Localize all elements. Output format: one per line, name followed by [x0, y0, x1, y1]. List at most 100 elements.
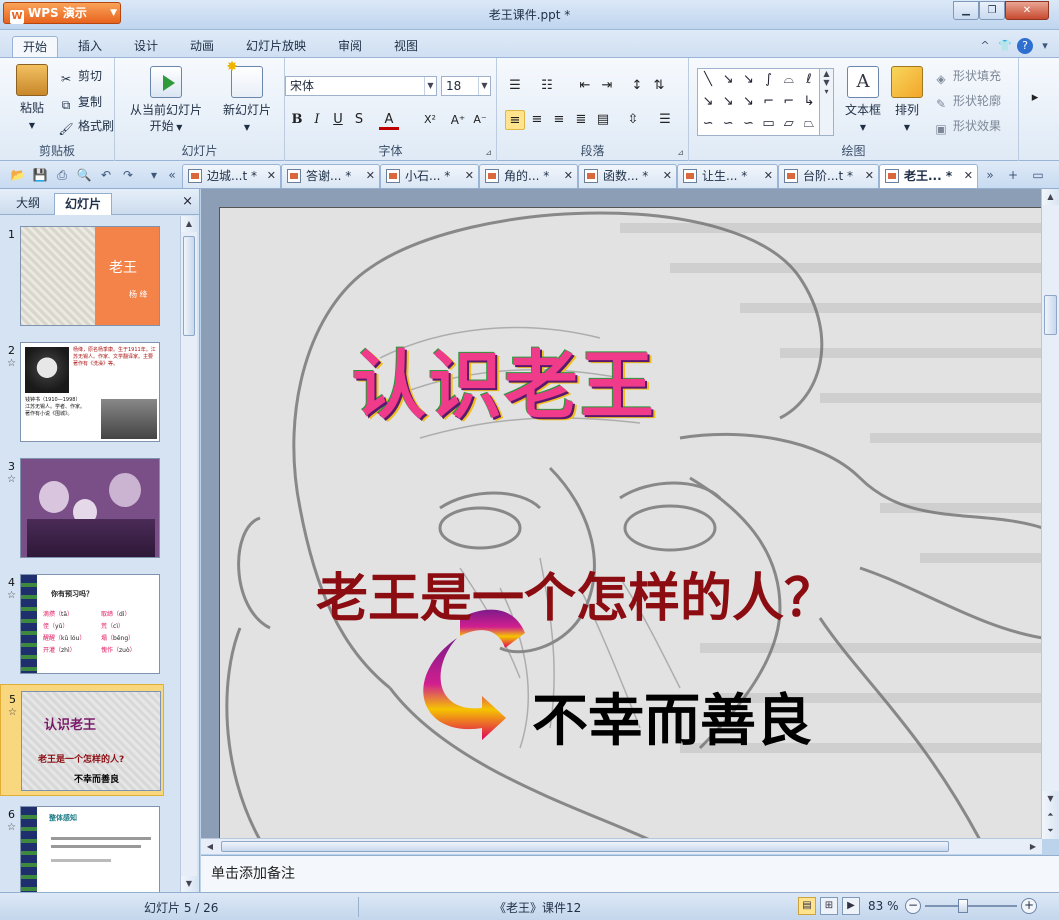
- shapes-gallery-scroll[interactable]: ▲ ▼ ▾: [820, 68, 834, 136]
- next-slide-icon[interactable]: ⏷: [1042, 823, 1059, 839]
- tab-slides[interactable]: 幻灯片: [54, 193, 113, 215]
- curved-connector-icon[interactable]: ∽: [698, 113, 718, 135]
- align-left-icon[interactable]: ≡: [505, 110, 525, 130]
- arrow-shape-icon[interactable]: ↘: [718, 91, 738, 113]
- superscript-button[interactable]: X²: [420, 110, 440, 130]
- maximize-button[interactable]: ❐: [979, 1, 1005, 20]
- distribute-icon[interactable]: ▤: [593, 110, 613, 130]
- tab-review[interactable]: 审阅: [328, 36, 372, 58]
- collapse-ribbon-icon[interactable]: ^: [977, 38, 993, 54]
- more-tools-icon[interactable]: ▸: [1025, 88, 1045, 108]
- zoom-out-icon[interactable]: −: [905, 898, 921, 914]
- align-center-icon[interactable]: ≡: [527, 110, 547, 130]
- underline-button[interactable]: U: [328, 110, 348, 130]
- new-tab-icon[interactable]: +: [1005, 167, 1021, 183]
- zoom-in-icon[interactable]: +: [1021, 898, 1037, 914]
- scroll-up-icon[interactable]: ▲: [1042, 189, 1059, 205]
- thumbnail-scrollbar[interactable]: ▲ ▼: [180, 216, 197, 892]
- open-folder-icon[interactable]: 📂: [10, 167, 26, 183]
- cut-button[interactable]: ✂ 剪切: [58, 66, 102, 86]
- shrink-font-button[interactable]: A⁻: [470, 110, 490, 130]
- doc-tab[interactable]: 让生... * ✕: [677, 164, 778, 188]
- connector-shape-icon[interactable]: ↳: [799, 91, 819, 113]
- scroll-down-icon[interactable]: ▼: [1042, 791, 1059, 807]
- paragraph-dialog-launcher-icon[interactable]: ⊿: [677, 148, 684, 157]
- tab-design[interactable]: 设计: [124, 36, 168, 58]
- editor-horizontal-scrollbar[interactable]: ◀ ▶: [201, 838, 1042, 854]
- new-slide-button[interactable]: ✸ 新幻灯片 ▼: [215, 60, 279, 136]
- shape-effect-button[interactable]: ▣ 形状效果: [933, 116, 1001, 136]
- doc-tab-active[interactable]: 老王... * ✕: [879, 164, 978, 188]
- tabs-scroll-right-icon[interactable]: »: [982, 167, 998, 183]
- copy-button[interactable]: ⧉ 复制: [58, 92, 102, 112]
- curved-connector-icon[interactable]: ∽: [738, 113, 758, 135]
- close-icon[interactable]: ✕: [964, 165, 973, 187]
- current-slide[interactable]: 认识老王 老王是一个怎样的人？ 不幸而善良: [219, 207, 1042, 839]
- shapes-gallery[interactable]: ╲ ↘ ↘ ∫ ⌓ ℓ ↘ ↘ ↘ ⌐ ⌐ ↳ ∽ ∽ ∽ ▭ ▱ ⏢: [697, 68, 820, 136]
- doc-tab[interactable]: 小石... * ✕: [380, 164, 479, 188]
- arrow-shape-icon[interactable]: ↘: [698, 91, 718, 113]
- slide-thumbnail-1[interactable]: 1 老王 杨 绛: [0, 220, 164, 332]
- undo-icon[interactable]: ↶: [98, 167, 114, 183]
- align-right-icon[interactable]: ≡: [549, 110, 569, 130]
- italic-button[interactable]: I: [307, 110, 327, 130]
- scroll-down-icon[interactable]: ▼: [181, 876, 197, 892]
- textbox-button[interactable]: A 文本框 ▼: [841, 66, 885, 136]
- tab-outline[interactable]: 大纲: [6, 193, 50, 215]
- save-icon[interactable]: 💾: [32, 167, 48, 183]
- curve-shape-icon[interactable]: ∫: [758, 69, 778, 91]
- doc-tab[interactable]: 台阶...t * ✕: [778, 164, 879, 188]
- shape-fill-button[interactable]: ◈ 形状填充: [933, 66, 1001, 86]
- rectangle-shape-icon[interactable]: ▭: [758, 113, 778, 135]
- slide-thumbnail-5[interactable]: 5 ☆ 认识老王 老王是一个怎样的人? 不幸而善良: [0, 684, 164, 796]
- close-icon[interactable]: ✕: [764, 165, 773, 187]
- close-icon[interactable]: ✕: [267, 165, 276, 187]
- format-painter-button[interactable]: 🖌 格式刷: [58, 116, 114, 136]
- slide-thumbnail-6[interactable]: 6 ☆ 整体感知: [0, 800, 164, 892]
- doc-tab[interactable]: 函数... * ✕: [578, 164, 677, 188]
- close-icon[interactable]: ✕: [465, 165, 474, 187]
- zoom-slider[interactable]: [925, 905, 1017, 907]
- scroll-up-icon[interactable]: ▲: [181, 216, 197, 232]
- scrollbar-thumb[interactable]: [1044, 295, 1057, 335]
- arrow-shape-icon[interactable]: ↘: [718, 69, 738, 91]
- scroll-left-icon[interactable]: ◀: [203, 839, 217, 854]
- doc-tab[interactable]: 边城...t * ✕: [182, 164, 281, 188]
- slide-sorter-icon[interactable]: ⊞: [820, 897, 838, 915]
- font-dialog-launcher-icon[interactable]: ⊿: [485, 148, 492, 157]
- paragraph-spacing-icon[interactable]: ⇳: [623, 110, 643, 130]
- arrow-shape-icon[interactable]: ↘: [738, 91, 758, 113]
- tab-animation[interactable]: 动画: [180, 36, 224, 58]
- scrollbar-thumb[interactable]: [221, 841, 949, 852]
- normal-view-icon[interactable]: ▤: [798, 897, 816, 915]
- scrollbar-thumb[interactable]: [183, 236, 195, 336]
- print-icon[interactable]: ⎙: [54, 167, 70, 183]
- close-panel-icon[interactable]: ×: [182, 194, 193, 209]
- connector-shape-icon[interactable]: ⌐: [758, 91, 778, 113]
- minimize-button[interactable]: ▁: [953, 1, 979, 20]
- arrow-shape-icon[interactable]: ↘: [738, 69, 758, 91]
- line-spacing-icon[interactable]: ↕: [627, 76, 647, 96]
- parallelogram-shape-icon[interactable]: ▱: [779, 113, 799, 135]
- trapezoid-shape-icon[interactable]: ⏢: [799, 113, 819, 135]
- line-shape-icon[interactable]: ╲: [698, 69, 718, 91]
- tab-insert[interactable]: 插入: [68, 36, 112, 58]
- close-icon[interactable]: ✕: [663, 165, 672, 187]
- bold-button[interactable]: B: [287, 110, 307, 130]
- scribble-shape-icon[interactable]: ℓ: [799, 69, 819, 91]
- print-preview-icon[interactable]: 🔍: [76, 167, 92, 183]
- slide-title[interactable]: 认识老王: [352, 326, 656, 433]
- columns-icon[interactable]: ☰: [655, 110, 675, 130]
- font-name-select[interactable]: 宋体 ▼: [285, 76, 437, 96]
- close-button[interactable]: ✕: [1005, 1, 1049, 20]
- paste-button[interactable]: 粘贴 ▼: [10, 64, 54, 134]
- zoom-slider-thumb[interactable]: [958, 899, 968, 913]
- tabs-scroll-left-icon[interactable]: «: [164, 167, 180, 183]
- slide-thumbnail-4[interactable]: 4 ☆ 你有预习吗？ 滴攒（tā） 取缔（dì） 侄（yǔ） 荒（cì） 醒醒（…: [0, 568, 164, 680]
- chevron-down-icon[interactable]: ▾: [1037, 38, 1053, 54]
- curved-connector-icon[interactable]: ∽: [718, 113, 738, 135]
- arrange-button[interactable]: 排列 ▼: [887, 66, 927, 136]
- notes-pane[interactable]: 单击添加备注: [201, 855, 1059, 892]
- doc-tab[interactable]: 角的... * ✕: [479, 164, 578, 188]
- text-direction-icon[interactable]: ⇅: [649, 76, 669, 96]
